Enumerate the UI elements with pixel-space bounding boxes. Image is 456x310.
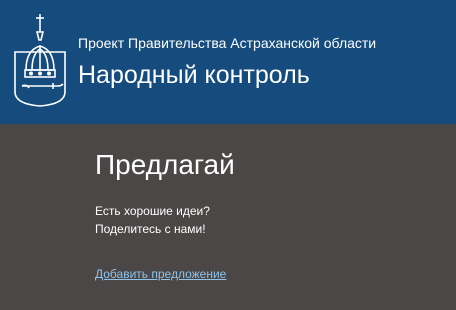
site-header: Проект Правительства Астраханской област… [0, 0, 456, 124]
header-subtitle: Проект Правительства Астраханской област… [78, 35, 377, 51]
site-title[interactable]: Народный контроль [78, 60, 310, 90]
section-heading: Предлагай [95, 149, 235, 180]
proposal-section: Предлагай Есть хорошие идеи? Поделитесь … [0, 124, 456, 310]
astrakhan-crown-emblem-icon[interactable] [13, 12, 67, 108]
add-proposal-link[interactable]: Добавить предложение [95, 266, 226, 282]
section-text-line2: Поделитесь с нами! [95, 222, 206, 236]
section-text-line1: Есть хорошие идеи? [95, 204, 210, 218]
